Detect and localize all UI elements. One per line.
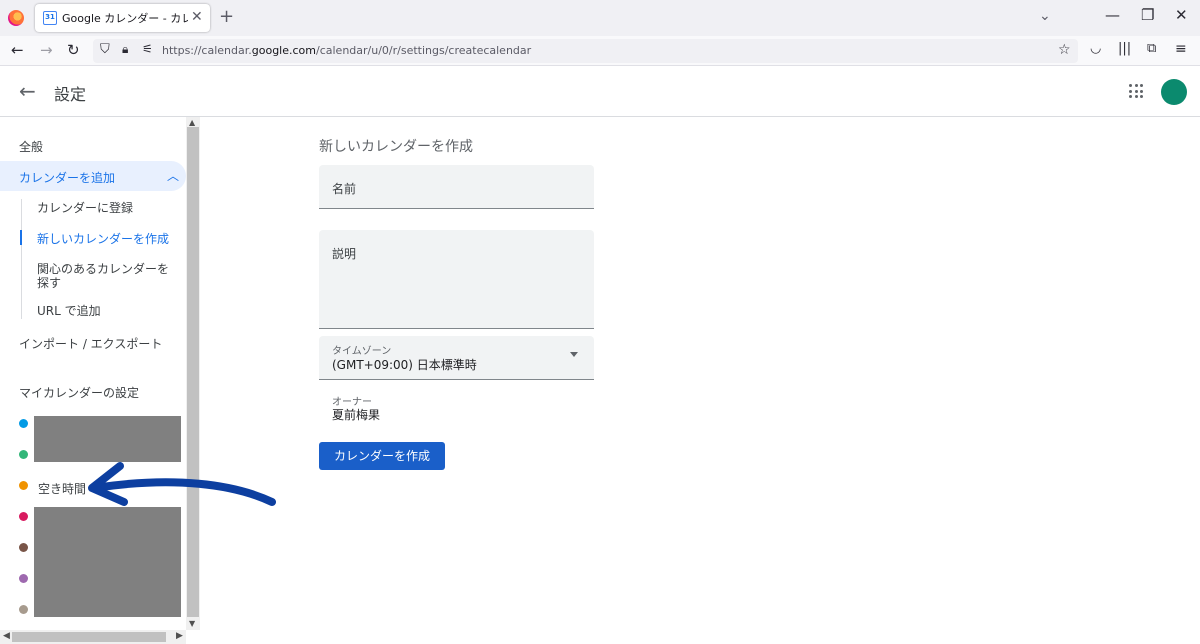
calendar-color-dot xyxy=(19,450,28,459)
sidebar-subitem-browse[interactable]: 関心のあるカレンダーを探す xyxy=(37,262,177,290)
browser-tab-strip: 31 Google カレンダー - カレンダーを作成 ✕ + ⌄ — ❐ ✕ xyxy=(0,0,1200,36)
redacted-calendar-names xyxy=(34,507,181,617)
timezone-select[interactable]: タイムゾーン (GMT+09:00) 日本標準時 xyxy=(319,336,594,380)
timezone-value: (GMT+09:00) 日本標準時 xyxy=(332,358,477,372)
back-icon[interactable]: ← xyxy=(11,41,24,59)
chevron-up-icon: ︿ xyxy=(167,169,180,183)
chevron-down-icon[interactable]: ⌄ xyxy=(1039,8,1051,24)
close-tab-icon[interactable]: ✕ xyxy=(191,9,203,25)
name-input[interactable]: 名前 xyxy=(319,165,594,209)
calendar-color-dot xyxy=(19,419,28,428)
browser-nav-bar: ← → ↻ ⛉ 🔒︎ ⚟ https://calendar.google.com… xyxy=(0,36,1200,66)
calendar-color-dot xyxy=(19,481,28,490)
library-icon[interactable]: ||| xyxy=(1118,41,1131,56)
scrollbar-thumb[interactable] xyxy=(187,127,199,617)
url-text[interactable]: https://calendar.google.com/calendar/u/0… xyxy=(162,44,531,57)
back-arrow-icon[interactable]: ← xyxy=(19,79,36,103)
url-bar[interactable]: ⛉ 🔒︎ ⚟ https://calendar.google.com/calen… xyxy=(93,39,1078,63)
bookmark-star-icon[interactable]: ☆ xyxy=(1058,42,1071,58)
my-calendars-title: マイカレンダーの設定 xyxy=(19,386,140,400)
timezone-label: タイムゾーン xyxy=(332,346,392,357)
calendar-color-dot xyxy=(19,543,28,552)
scroll-left-icon[interactable]: ◀ xyxy=(3,631,10,641)
lock-icon[interactable]: 🔒︎ xyxy=(122,42,128,57)
shield-icon[interactable]: ⛉ xyxy=(100,42,110,57)
sidebar-subitem-from-url[interactable]: URL で追加 xyxy=(37,304,177,318)
menu-icon[interactable]: ≡ xyxy=(1175,41,1187,57)
create-calendar-button[interactable]: カレンダーを作成 xyxy=(319,442,445,470)
sidebar-scrollbar[interactable]: ▲ ▼ xyxy=(186,117,200,630)
restore-icon[interactable]: ❐ xyxy=(1141,6,1154,24)
form-title: 新しいカレンダーを作成 xyxy=(319,139,473,155)
tab-title: Google カレンダー - カレンダーを作成 xyxy=(62,12,188,25)
sidebar-h-scrollbar[interactable]: ◀ ▶ xyxy=(0,630,186,644)
annotation-arrow-icon xyxy=(88,462,276,506)
scroll-right-icon[interactable]: ▶ xyxy=(176,631,183,641)
minimize-icon[interactable]: — xyxy=(1105,6,1120,24)
settings-sidebar: 全般 カレンダーを追加 ︿ カレンダーに登録 新しいカレンダーを作成 関心のある… xyxy=(0,117,200,644)
sidebar-item-general[interactable]: 全般 xyxy=(19,138,43,155)
calendar-favicon-icon: 31 xyxy=(43,11,57,25)
description-textarea[interactable]: 説明 xyxy=(319,230,594,329)
scroll-up-icon[interactable]: ▲ xyxy=(189,118,195,127)
sidebar-item-import-export[interactable]: インポート / エクスポート xyxy=(19,335,162,352)
settings-header: ← 設定 xyxy=(0,67,1200,117)
calendar-color-dot xyxy=(19,605,28,614)
page-title: 設定 xyxy=(54,85,87,104)
dropdown-caret-icon xyxy=(570,352,578,357)
active-indicator xyxy=(20,230,22,245)
google-apps-icon[interactable] xyxy=(1129,84,1143,98)
owner-value: 夏前梅果 xyxy=(332,408,381,422)
reload-icon[interactable]: ↻ xyxy=(67,41,80,59)
redacted-calendar-names xyxy=(34,416,181,462)
tree-line xyxy=(21,199,22,319)
sidebar-item-add-calendar[interactable]: カレンダーを追加 ︿ xyxy=(0,161,186,191)
scroll-down-icon[interactable]: ▼ xyxy=(189,619,195,628)
extensions-icon[interactable]: ⧉ xyxy=(1147,41,1156,56)
new-tab-icon[interactable]: + xyxy=(219,6,234,27)
pocket-icon[interactable]: ◡ xyxy=(1090,41,1101,56)
avatar[interactable] xyxy=(1161,79,1187,105)
calendar-color-dot xyxy=(19,574,28,583)
sidebar-subitem-create-new[interactable]: 新しいカレンダーを作成 xyxy=(37,232,177,246)
forward-icon[interactable]: → xyxy=(40,41,53,59)
close-window-icon[interactable]: ✕ xyxy=(1175,6,1188,24)
firefox-icon[interactable] xyxy=(8,10,24,26)
calendar-color-dot xyxy=(19,512,28,521)
browser-tab[interactable]: 31 Google カレンダー - カレンダーを作成 ✕ xyxy=(35,4,210,32)
sidebar-subitem-subscribe[interactable]: カレンダーに登録 xyxy=(37,201,177,215)
h-scrollbar-thumb[interactable] xyxy=(12,632,166,642)
permissions-icon[interactable]: ⚟ xyxy=(142,42,153,56)
calendar-item-free-time[interactable]: 空き時間 xyxy=(38,480,86,497)
